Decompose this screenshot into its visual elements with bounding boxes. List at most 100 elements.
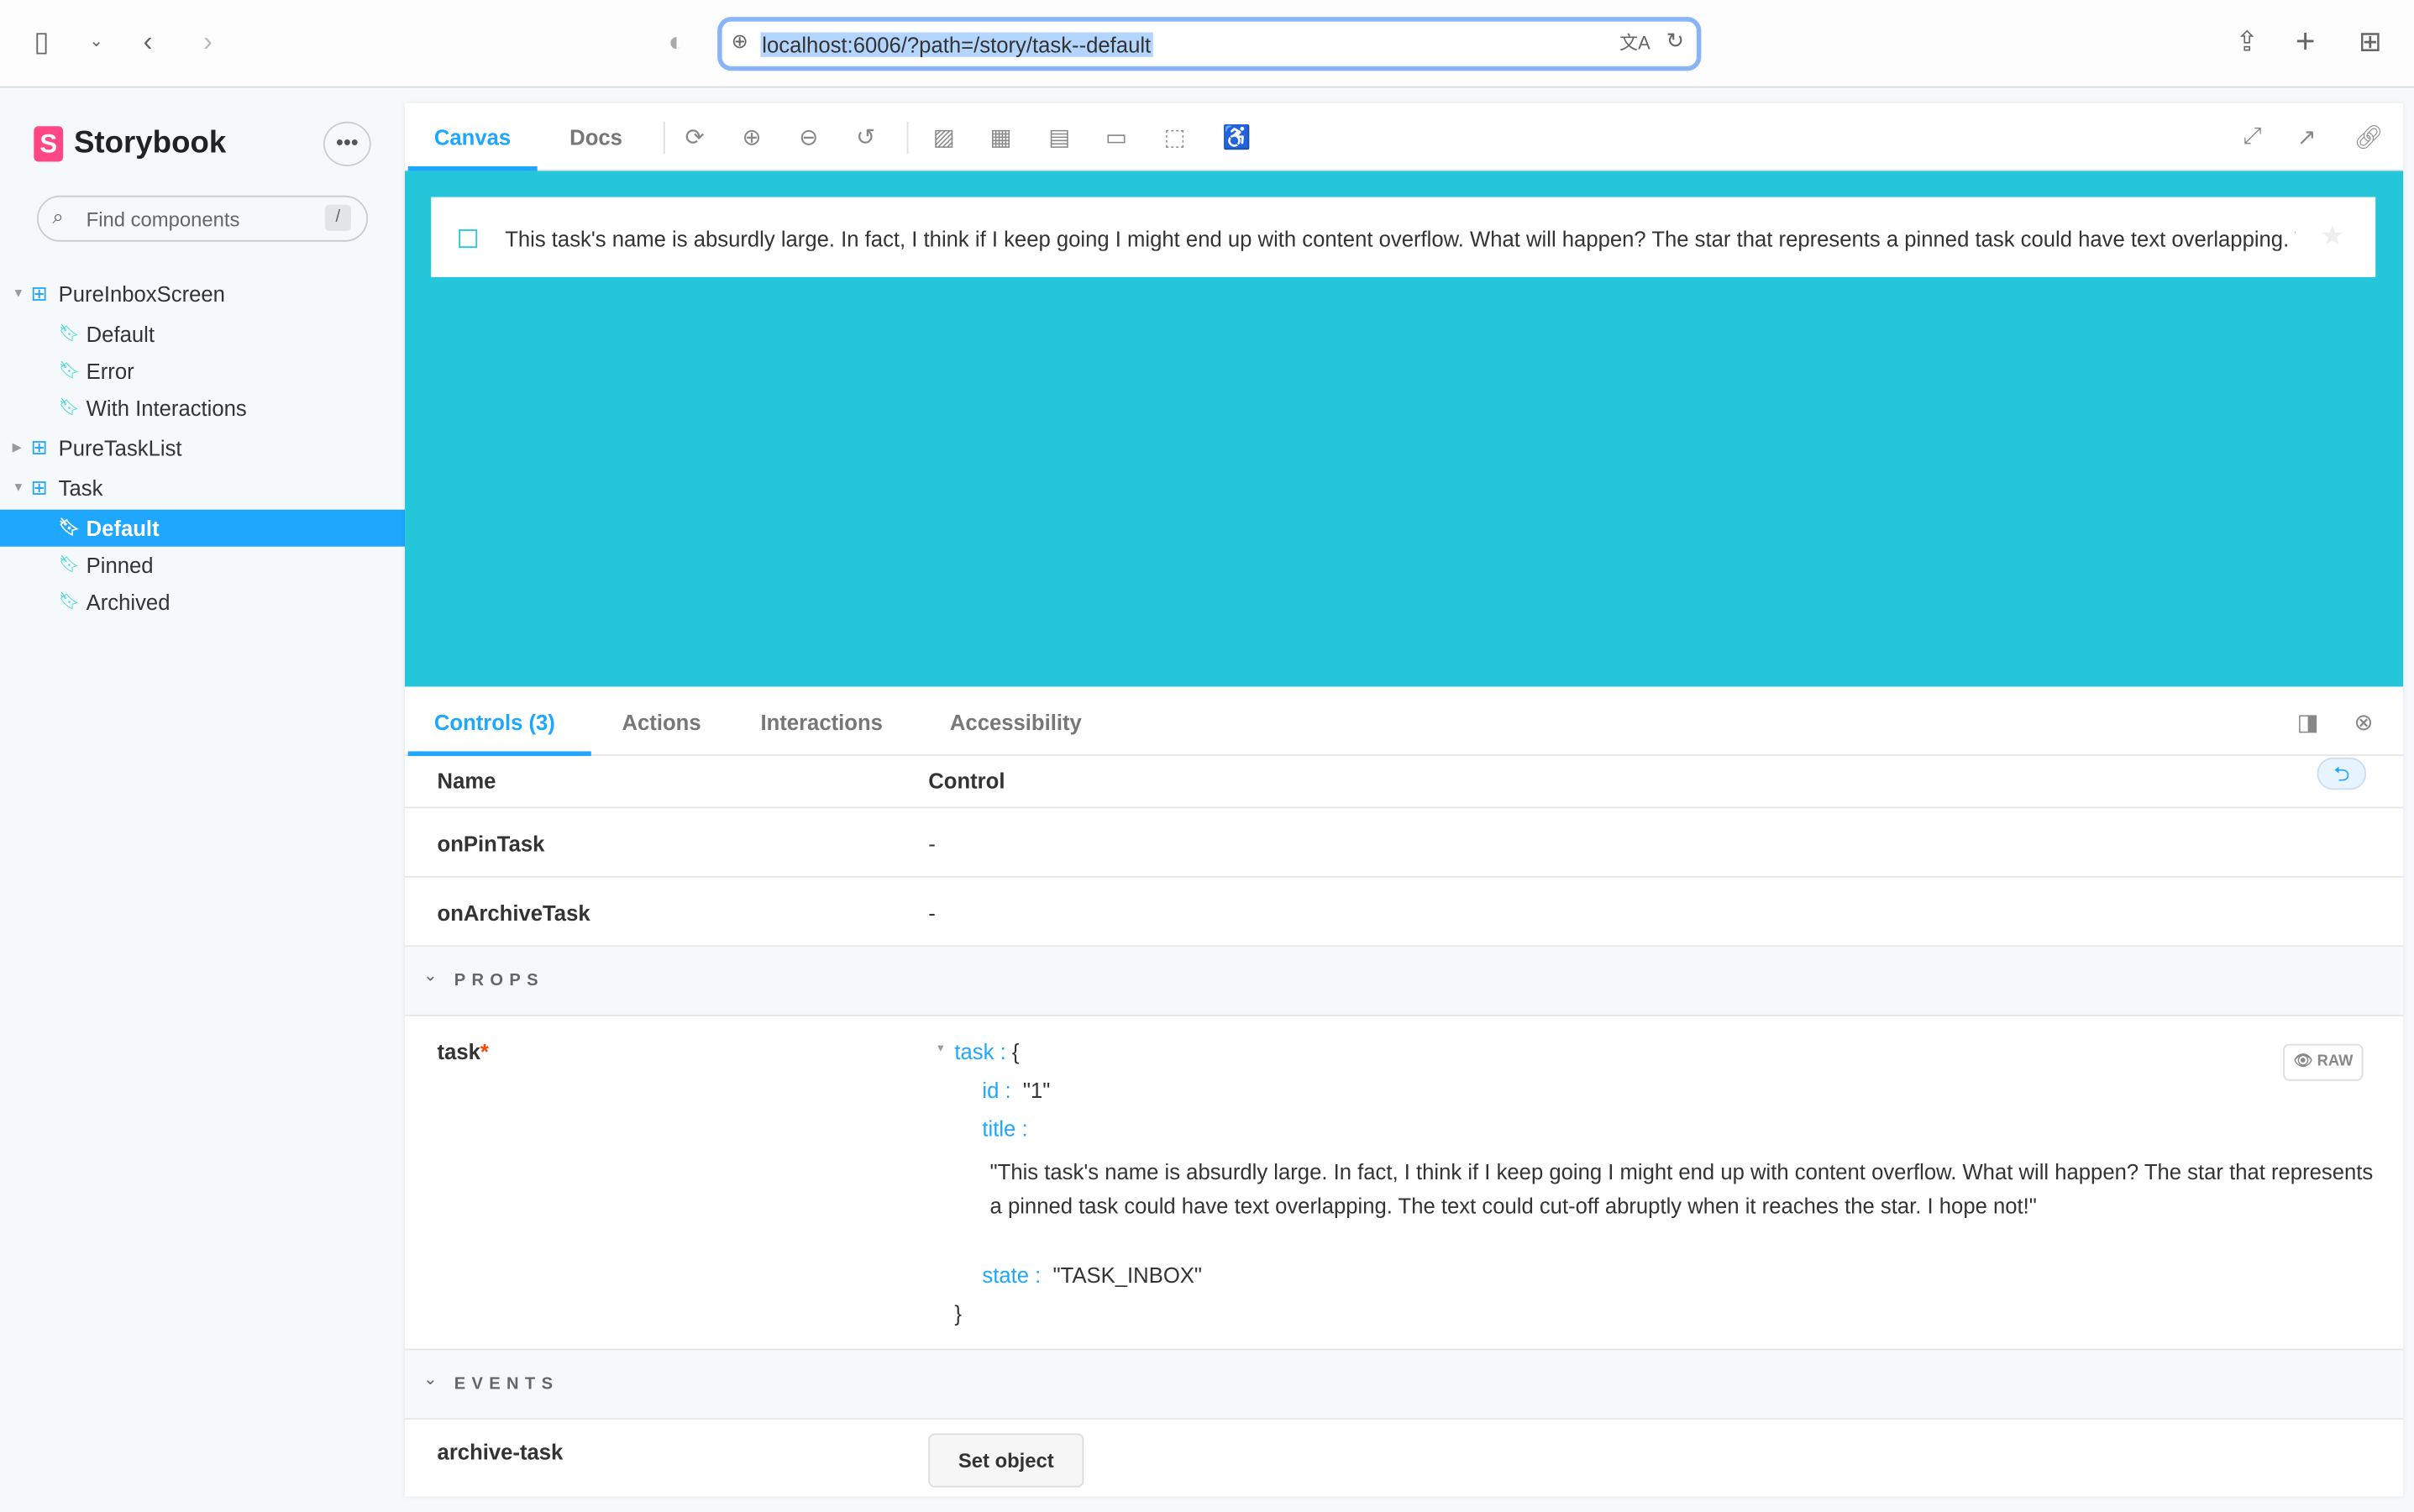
- raw-toggle-button[interactable]: 👁︎ RAW: [2283, 1043, 2364, 1081]
- chevron-down-icon: ⌄: [423, 1370, 438, 1389]
- event-name: archive-task: [437, 1439, 564, 1465]
- search-placeholder: Find components: [86, 207, 240, 231]
- json-brace: }: [954, 1300, 962, 1326]
- caret-down-icon[interactable]: ▼: [13, 470, 25, 507]
- row-control: -: [928, 831, 936, 857]
- tab-canvas[interactable]: Canvas: [434, 124, 511, 149]
- sidebar-toggle-icon[interactable]: ▯: [34, 24, 49, 58]
- table-row: onArchiveTask -: [405, 878, 2404, 948]
- browser-toolbar: ▯ ⌄ ‹ › ◐ ⊕ localhost:6006/?path=/story/…: [0, 0, 2414, 88]
- collapse-caret-icon[interactable]: ▾: [937, 1041, 943, 1054]
- header-name: Name: [437, 768, 496, 793]
- more-menu-button[interactable]: •••: [323, 121, 371, 166]
- table-row: onPinTask -: [405, 808, 2404, 878]
- tab-interactions[interactable]: Interactions: [760, 710, 882, 734]
- tab-controls[interactable]: Controls (3): [434, 710, 555, 734]
- bookmark-icon: 🔖︎: [58, 555, 81, 575]
- bookmark-icon: 🔖︎: [58, 398, 81, 417]
- address-bar[interactable]: ⊕ localhost:6006/?path=/story/task--defa…: [717, 17, 1702, 71]
- task-checkbox[interactable]: [459, 229, 478, 249]
- task-item: This task's name is absurdly large. In f…: [431, 197, 2376, 277]
- sidebar-component[interactable]: ▼ ⊞ PureInboxScreen: [0, 276, 405, 312]
- props-section-toggle[interactable]: ⌄ PROPS: [405, 947, 2404, 1016]
- sidebar-component[interactable]: ▼ ⊞ Task: [0, 470, 405, 507]
- row-name: onPinTask: [437, 831, 545, 857]
- component-icon: ⊞: [30, 435, 48, 459]
- star-icon[interactable]: ★: [2320, 220, 2345, 252]
- chevron-down-icon[interactable]: ⌄: [89, 24, 103, 58]
- outline-icon[interactable]: ⬚: [1164, 123, 1186, 150]
- reload-icon[interactable]: ↻: [1666, 28, 1685, 54]
- main-panel: Canvas Docs ⟳ ⊕ ⊖ ↺ ▨ ▦ ▤ ▭ ⬚ ♿ ⤢ ↗ 🔗︎ T…: [405, 102, 2404, 1497]
- grid-icon[interactable]: ▦: [990, 123, 1012, 150]
- tab-overview-icon[interactable]: ⊞: [2359, 24, 2382, 58]
- copy-link-icon[interactable]: 🔗︎: [2354, 123, 2384, 150]
- tab-accessibility[interactable]: Accessibility: [950, 710, 1082, 734]
- forward-icon[interactable]: ›: [203, 24, 213, 58]
- sidebar-story[interactable]: 🔖︎ Error: [0, 353, 405, 390]
- back-icon[interactable]: ‹: [143, 24, 152, 58]
- share-icon[interactable]: ⇪: [2235, 24, 2259, 58]
- bookmark-icon: 🔖︎: [58, 592, 81, 612]
- measure-icon[interactable]: ▭: [1105, 123, 1127, 150]
- sidebar-story[interactable]: 🔖︎ Archived: [0, 584, 405, 621]
- fullscreen-icon[interactable]: ⤢: [2243, 123, 2262, 150]
- url-text[interactable]: localhost:6006/?path=/story/task--defaul…: [760, 32, 1153, 57]
- remount-icon[interactable]: ⟳: [685, 123, 705, 150]
- json-value: "TASK_INBOX": [1052, 1262, 1203, 1288]
- item-label: Default: [86, 516, 160, 541]
- item-label: Archived: [86, 590, 171, 615]
- zoom-in-icon[interactable]: ⊕: [742, 123, 761, 150]
- header-control: Control: [928, 768, 1005, 793]
- json-value[interactable]: "This task's name is absurdly large. In …: [990, 1155, 2376, 1223]
- task-title[interactable]: This task's name is absurdly large. In f…: [505, 226, 2296, 250]
- search-input[interactable]: ⌕ Find components /: [36, 195, 369, 242]
- sidebar-story[interactable]: 🔖︎ With Interactions: [0, 390, 405, 427]
- sidebar-story[interactable]: 🔖︎ Default: [0, 509, 406, 547]
- section-label: PROPS: [454, 971, 544, 990]
- item-label: PureTaskList: [58, 435, 182, 461]
- viewport-icon[interactable]: ▤: [1048, 123, 1070, 150]
- item-label: Pinned: [86, 553, 154, 578]
- section-label: EVENTS: [454, 1374, 559, 1394]
- accessibility-icon[interactable]: ♿: [1222, 123, 1251, 150]
- bookmark-icon: 🔖︎: [58, 518, 81, 538]
- json-brace: {: [1011, 1039, 1020, 1064]
- search-icon: ⌕: [52, 204, 64, 228]
- events-section-toggle[interactable]: ⌄ EVENTS: [405, 1350, 2404, 1420]
- bookmark-icon: 🔖︎: [58, 361, 81, 381]
- globe-icon: ⊕: [731, 29, 748, 53]
- tab-docs[interactable]: Docs: [569, 124, 622, 149]
- item-label: Error: [86, 359, 134, 384]
- set-object-button[interactable]: Set object: [928, 1433, 1084, 1488]
- table-row: task* ▾ task : { id : "1" title : "This …: [405, 1016, 2404, 1351]
- background-icon[interactable]: ▨: [933, 123, 955, 150]
- row-control: -: [928, 900, 936, 926]
- tab-actions[interactable]: Actions: [622, 710, 701, 734]
- raw-label: RAW: [2317, 1053, 2354, 1070]
- sidebar-story[interactable]: 🔖︎ Pinned: [0, 547, 405, 584]
- caret-right-icon[interactable]: ▶: [13, 429, 22, 466]
- bookmark-icon: 🔖︎: [58, 324, 81, 344]
- component-icon: ⊞: [30, 281, 48, 305]
- reset-controls-button[interactable]: ⮌: [2317, 757, 2367, 790]
- caret-down-icon[interactable]: ▼: [13, 276, 25, 312]
- eye-icon: 👁︎: [2293, 1053, 2313, 1070]
- json-value: "1": [1022, 1078, 1051, 1103]
- item-label: PureInboxScreen: [58, 281, 225, 307]
- sidebar-story[interactable]: 🔖︎ Default: [0, 316, 405, 353]
- json-key: state :: [982, 1262, 1042, 1288]
- open-new-tab-icon[interactable]: ↗: [2297, 123, 2317, 150]
- json-root[interactable]: task : {: [954, 1039, 1019, 1063]
- zoom-reset-icon[interactable]: ↺: [856, 123, 875, 150]
- new-tab-icon[interactable]: +: [2296, 24, 2316, 58]
- translate-icon[interactable]: 文A: [1619, 29, 1650, 55]
- close-icon[interactable]: ⊗: [2354, 708, 2374, 736]
- zoom-out-icon[interactable]: ⊖: [799, 123, 818, 150]
- sidebar-component[interactable]: ▶ ⊞ PureTaskList: [0, 429, 405, 466]
- shield-icon[interactable]: ◐: [668, 24, 685, 58]
- search-shortcut: /: [324, 204, 351, 231]
- panel-orientation-icon[interactable]: ◨: [2297, 708, 2319, 736]
- json-id[interactable]: id : "1": [982, 1078, 1050, 1102]
- json-state[interactable]: state : "TASK_INBOX": [982, 1263, 1202, 1287]
